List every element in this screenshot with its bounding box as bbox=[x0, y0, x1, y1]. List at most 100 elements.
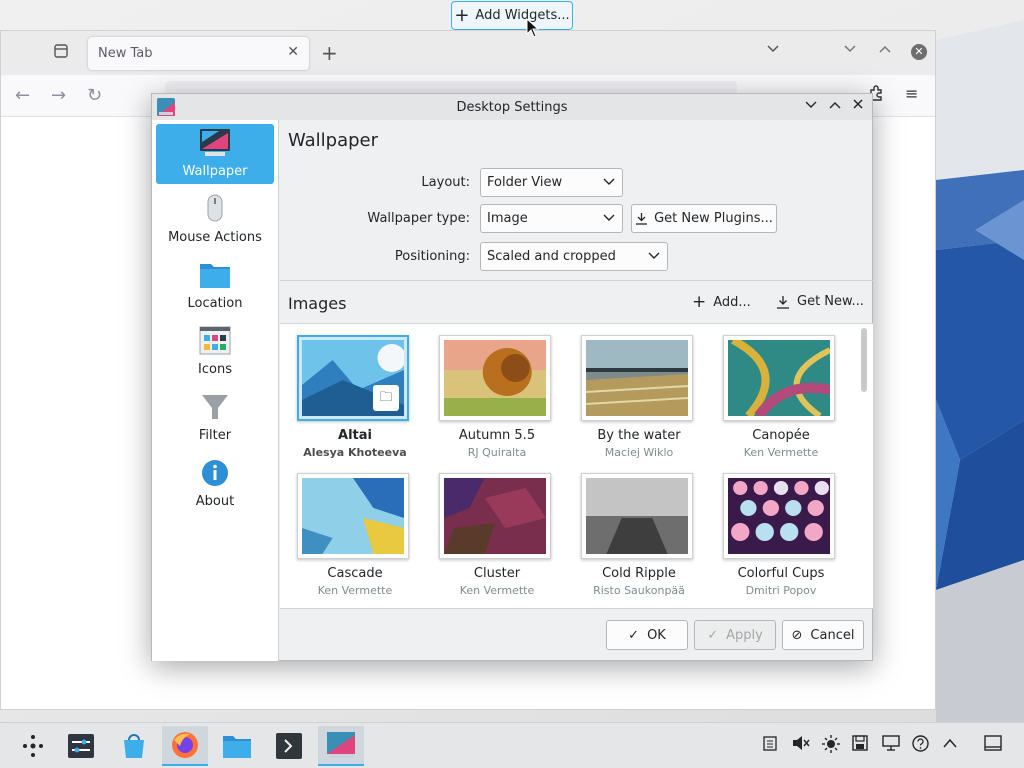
dialog-titlebar: Desktop Settings bbox=[152, 94, 872, 120]
sidebar-item-label: Location bbox=[187, 296, 243, 311]
show-desktop-icon[interactable] bbox=[984, 735, 1002, 755]
desktop-settings-taskbar-icon[interactable] bbox=[318, 726, 364, 766]
monitor-icon bbox=[200, 129, 230, 156]
wallpaper-thumbnail: 🗀 bbox=[297, 335, 409, 421]
wallpaper-thumbnail bbox=[581, 335, 693, 421]
ok-button[interactable]: ✓ OK bbox=[606, 620, 688, 650]
sidebar-item-icons[interactable]: Icons bbox=[156, 322, 274, 382]
get-new-wallpapers-button[interactable]: Get New... bbox=[776, 294, 864, 309]
wallpaper-thumbnail bbox=[439, 335, 551, 421]
filter-icon bbox=[202, 395, 228, 419]
wallpaper-type-combobox[interactable]: Image bbox=[480, 204, 623, 233]
mouse-cursor-icon bbox=[526, 18, 540, 38]
wallpaper-author: Ken Vermette bbox=[317, 584, 393, 597]
sidebar-item-label: About bbox=[195, 494, 235, 509]
discover-store-icon[interactable] bbox=[111, 726, 157, 766]
disk-save-icon[interactable] bbox=[852, 735, 868, 755]
sidebar-item-filter[interactable]: Filter bbox=[156, 388, 274, 448]
wallpaper-thumbnail bbox=[723, 473, 835, 559]
wallpaper-item-colorful-cups[interactable]: Colorful Cups Dmitri Popov bbox=[714, 468, 848, 600]
download-icon bbox=[636, 213, 648, 225]
cancel-button[interactable]: ⊘ Cancel bbox=[782, 620, 864, 650]
layout-label: Layout: bbox=[421, 175, 470, 190]
layout-combobox[interactable]: Folder View bbox=[480, 168, 623, 197]
wallpaper-thumbnail bbox=[439, 473, 551, 559]
positioning-combobox[interactable]: Scaled and cropped bbox=[480, 242, 668, 271]
system-settings-taskbar-icon[interactable] bbox=[58, 726, 104, 766]
get-new-plugins-button[interactable]: Get New Plugins... bbox=[631, 204, 777, 233]
close-tab-icon[interactable]: ✕ bbox=[287, 44, 299, 60]
add-widgets-label: Add Widgets... bbox=[475, 8, 570, 23]
tray-expand-chevron-icon[interactable] bbox=[942, 735, 958, 753]
reload-icon[interactable]: ↻ bbox=[87, 85, 102, 106]
new-tab-button[interactable]: + bbox=[321, 41, 338, 65]
volume-muted-icon[interactable] bbox=[792, 735, 810, 755]
dialog-close-icon[interactable] bbox=[849, 98, 867, 114]
tab-overview-icon[interactable] bbox=[51, 43, 71, 63]
wallpaper-item-altai[interactable]: 🗀 Altai Alesya Khoteeva bbox=[288, 330, 422, 462]
wallpaper-author: Dmitri Popov bbox=[745, 584, 817, 597]
firefox-taskbar-icon[interactable] bbox=[162, 726, 208, 766]
taskbar bbox=[0, 722, 1024, 768]
clipboard-icon[interactable] bbox=[762, 735, 778, 755]
add-image-button[interactable]: + Add... bbox=[692, 294, 751, 311]
forward-icon[interactable]: → bbox=[51, 85, 66, 106]
sidebar-item-about[interactable]: About bbox=[156, 454, 274, 514]
sidebar-item-location[interactable]: Location bbox=[156, 256, 274, 316]
display-config-icon[interactable] bbox=[882, 735, 900, 755]
wallpaper-type-label: Wallpaper type: bbox=[367, 211, 470, 226]
plus-icon: + bbox=[454, 4, 470, 26]
sidebar-item-label: Mouse Actions bbox=[168, 230, 262, 245]
wallpaper-author: Ken Vermette bbox=[743, 446, 819, 459]
apply-button[interactable]: ✓ Apply bbox=[694, 620, 776, 650]
add-image-label: Add... bbox=[713, 295, 751, 310]
minimize-icon[interactable] bbox=[843, 43, 857, 58]
cancel-label: Cancel bbox=[810, 627, 855, 643]
sidebar-item-wallpaper[interactable]: Wallpaper bbox=[156, 124, 274, 184]
plus-icon: + bbox=[692, 292, 707, 312]
sidebar-item-label: Wallpaper bbox=[182, 164, 248, 179]
get-new-wallpapers-label: Get New... bbox=[797, 294, 864, 309]
dialog-maximize-icon[interactable] bbox=[826, 98, 844, 114]
dialog-minimize-icon[interactable] bbox=[802, 98, 820, 114]
menu-icon[interactable]: ≡ bbox=[905, 84, 918, 103]
check-icon: ✓ bbox=[628, 627, 640, 643]
info-icon bbox=[202, 460, 228, 486]
section-divider bbox=[280, 280, 873, 281]
open-folder-icon[interactable]: 🗀 bbox=[373, 385, 399, 411]
chevron-down-icon bbox=[603, 178, 615, 185]
dialog-title: Desktop Settings bbox=[456, 99, 568, 115]
wallpaper-thumbnail bbox=[297, 473, 409, 559]
wallpaper-item-canopee[interactable]: Canopée Ken Vermette bbox=[714, 330, 848, 462]
help-icon[interactable] bbox=[912, 735, 929, 756]
browser-tab[interactable]: New Tab ✕ bbox=[88, 37, 309, 70]
cancel-icon: ⊘ bbox=[791, 627, 803, 643]
maximize-icon[interactable] bbox=[878, 43, 892, 58]
wallpaper-item-autumn[interactable]: Autumn 5.5 RJ Quiralta bbox=[430, 330, 564, 462]
positioning-label: Positioning: bbox=[394, 249, 470, 264]
desktop-settings-app-icon bbox=[157, 98, 175, 116]
add-widgets-button[interactable]: + Add Widgets... bbox=[451, 1, 573, 30]
apply-label: Apply bbox=[726, 627, 763, 643]
wallpaper-thumbnail bbox=[581, 473, 693, 559]
wallpaper-item-cascade[interactable]: Cascade Ken Vermette bbox=[288, 468, 422, 600]
app-launcher-icon[interactable] bbox=[10, 726, 56, 766]
window-close-icon[interactable]: ✕ bbox=[911, 44, 927, 60]
tab-list-chevron-icon[interactable] bbox=[766, 43, 780, 58]
wallpaper-thumbnail bbox=[723, 335, 835, 421]
wallpaper-item-by-the-water[interactable]: By the water Maciej Wiklo bbox=[572, 330, 706, 462]
terminal-taskbar-icon[interactable] bbox=[266, 726, 312, 766]
sidebar-item-mouse-actions[interactable]: Mouse Actions bbox=[156, 190, 274, 250]
grid-scrollbar[interactable] bbox=[861, 328, 867, 392]
wallpaper-name: Cluster bbox=[473, 566, 521, 581]
folder-icon bbox=[200, 264, 230, 288]
wallpaper-item-cold-ripple[interactable]: Cold Ripple Risto Saukonpää bbox=[572, 468, 706, 600]
wallpaper-item-cluster[interactable]: Cluster Ken Vermette bbox=[430, 468, 564, 600]
file-manager-taskbar-icon[interactable] bbox=[214, 726, 260, 766]
browser-tab-title: New Tab bbox=[98, 46, 153, 61]
download-icon bbox=[777, 295, 789, 309]
brightness-icon[interactable] bbox=[822, 735, 840, 757]
back-icon[interactable]: ← bbox=[15, 85, 30, 106]
positioning-value: Scaled and cropped bbox=[487, 249, 616, 264]
sidebar-item-label: Icons bbox=[198, 362, 232, 377]
